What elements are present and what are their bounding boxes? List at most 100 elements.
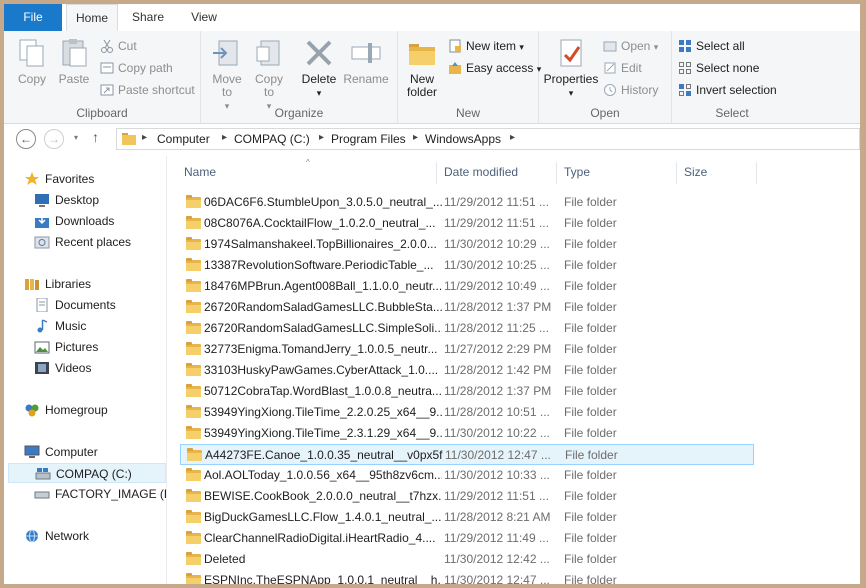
file-date-modified: 11/28/2012 1:37 PM <box>444 300 552 314</box>
file-row[interactable]: 18476MPBrun.Agent008Ball_1.1.0.0_neutr..… <box>180 276 754 297</box>
tab-view[interactable]: View <box>178 4 230 31</box>
file-row[interactable]: Aol.AOLToday_1.0.0.56_x64__95th8zv6cm...… <box>180 465 754 486</box>
file-row[interactable]: 53949YingXiong.TileTime_2.2.0.25_x64__9.… <box>180 402 754 423</box>
copy-to-button[interactable]: Copy to ▾ <box>251 37 287 113</box>
back-button[interactable]: ← <box>16 129 36 149</box>
file-row[interactable]: Deleted 11/30/2012 12:42 ... File folder <box>180 549 754 570</box>
new-folder-icon <box>406 37 438 69</box>
column-header-size[interactable]: Size <box>684 156 754 186</box>
tab-share[interactable]: Share <box>122 4 174 31</box>
move-to-button[interactable]: Move to ▾ <box>209 37 245 113</box>
folder-icon <box>186 573 201 584</box>
file-date-modified: 11/30/2012 12:42 ... <box>444 552 550 566</box>
open-icon <box>603 39 617 53</box>
file-row[interactable]: 06DAC6F6.StumbleUpon_3.0.5.0_neutral_...… <box>180 192 754 213</box>
column-header-name[interactable]: Name <box>184 156 434 186</box>
file-row[interactable]: 50712CobraTap.WordBlast_1.0.0.8_neutra..… <box>180 381 754 402</box>
file-name: 50712CobraTap.WordBlast_1.0.0.8_neutra..… <box>204 384 442 398</box>
copy-to-icon <box>253 37 285 69</box>
file-row[interactable]: 26720RandomSaladGamesLLC.BubbleSta... 11/… <box>180 297 754 318</box>
select-none-button[interactable]: Select none <box>678 58 759 78</box>
new-folder-button[interactable]: New folder <box>402 37 442 99</box>
forward-button[interactable]: → <box>44 129 64 149</box>
column-header-date-modified[interactable]: Date modified <box>444 156 554 186</box>
network-icon <box>24 529 40 543</box>
column-header-type[interactable]: Type <box>564 156 674 186</box>
file-row[interactable]: 33103HuskyPawGames.CyberAttack_1.0.... 11… <box>180 360 754 381</box>
open-button[interactable]: Open ▾ <box>603 36 658 56</box>
file-name: 18476MPBrun.Agent008Ball_1.1.0.0_neutr..… <box>204 279 442 293</box>
breadcrumb-program-files[interactable]: Program Files <box>331 132 406 146</box>
file-name: BigDuckGamesLLC.Flow_1.4.0.1_neutral_... <box>204 510 442 524</box>
nav-music[interactable]: Music <box>34 316 86 336</box>
file-name: 1974Salmanshakeel.TopBillionaires_2.0.0.… <box>204 237 437 251</box>
select-group-label: Select <box>715 106 749 120</box>
open-group: Properties ▾ Open ▾ Edit History Open <box>539 31 672 123</box>
file-date-modified: 11/30/2012 12:47 ... <box>444 573 550 584</box>
file-type: File folder <box>564 300 617 314</box>
file-row[interactable]: ESPNInc.TheESPNApp_1.0.0.1_neutral__h...… <box>180 570 754 584</box>
file-row[interactable]: 13387RevolutionSoftware.PeriodicTable_..… <box>180 255 754 276</box>
invert-selection-button[interactable]: Invert selection <box>678 80 777 100</box>
file-row[interactable]: 1974Salmanshakeel.TopBillionaires_2.0.0.… <box>180 234 754 255</box>
nav-computer[interactable]: Computer <box>24 442 98 462</box>
file-row[interactable]: A44273FE.Canoe_1.0.0.35_neutral__v0px5f.… <box>180 444 754 465</box>
nav-downloads[interactable]: Downloads <box>34 211 114 231</box>
file-name: BEWISE.CookBook_2.0.0.0_neutral__t7hzx..… <box>204 489 442 503</box>
file-date-modified: 11/30/2012 10:22 ... <box>444 426 550 440</box>
file-name: Aol.AOLToday_1.0.0.56_x64__95th8zv6cm... <box>204 468 442 482</box>
folder-icon <box>186 384 201 397</box>
file-row[interactable]: 32773Enigma.TomandJerry_1.0.0.5_neutr...… <box>180 339 754 360</box>
nav-homegroup[interactable]: Homegroup <box>24 400 108 420</box>
file-row[interactable]: 08C8076A.CocktailFlow_1.0.2.0_neutral_..… <box>180 213 754 234</box>
breadcrumb-compaq[interactable]: COMPAQ (C:) <box>234 132 310 146</box>
copy-button[interactable]: Copy <box>14 37 50 86</box>
file-row[interactable]: BEWISE.CookBook_2.0.0.0_neutral__t7hzx..… <box>180 486 754 507</box>
tab-file[interactable]: File <box>4 4 62 31</box>
nav-favorites[interactable]: Favorites <box>24 169 94 189</box>
up-arrow-icon[interactable]: ↑ <box>92 129 99 145</box>
nav-factory-image-drive[interactable]: FACTORY_IMAGE (D <box>34 484 166 504</box>
file-name: 26720RandomSaladGamesLLC.BubbleSta... <box>204 300 442 314</box>
select-all-button[interactable]: Select all <box>678 36 745 56</box>
cut-button[interactable]: Cut <box>100 36 137 56</box>
folder-icon <box>186 279 201 292</box>
nav-network[interactable]: Network <box>24 526 89 546</box>
new-group-label: New <box>455 106 480 120</box>
nav-recent-places[interactable]: Recent places <box>34 232 131 252</box>
file-name: 13387RevolutionSoftware.PeriodicTable_..… <box>204 258 434 272</box>
file-row[interactable]: 53949YingXiong.TileTime_2.3.1.29_x64__9.… <box>180 423 754 444</box>
file-row[interactable]: ClearChannelRadioDigital.iHeartRadio_4..… <box>180 528 754 549</box>
properties-icon <box>555 37 587 69</box>
file-date-modified: 11/30/2012 10:33 ... <box>444 468 550 482</box>
nav-libraries[interactable]: Libraries <box>24 274 91 294</box>
breadcrumb-windowsapps[interactable]: WindowsApps <box>425 132 501 146</box>
ribbon: Copy Paste Cut Copy path Paste shortcut … <box>4 31 860 124</box>
copy-path-button[interactable]: Copy path <box>100 58 173 78</box>
address-box[interactable]: ▸ Computer ▸ COMPAQ (C:) ▸ Program Files… <box>116 128 860 150</box>
paste-button[interactable]: Paste <box>56 37 92 86</box>
paste-shortcut-button[interactable]: Paste shortcut <box>100 80 195 100</box>
nav-desktop[interactable]: Desktop <box>34 190 99 210</box>
nav-compaq-drive[interactable]: COMPAQ (C:) <box>8 463 166 483</box>
delete-button[interactable]: Delete ▾ <box>299 37 339 100</box>
nav-videos[interactable]: Videos <box>34 358 91 378</box>
file-type: File folder <box>565 448 618 462</box>
file-row[interactable]: 26720RandomSaladGamesLLC.SimpleSoli... 11… <box>180 318 754 339</box>
recent-locations-chevron-icon[interactable]: ▾ <box>74 133 78 142</box>
move-to-icon <box>211 37 243 69</box>
nav-documents[interactable]: Documents <box>34 295 116 315</box>
new-item-button[interactable]: New item ▾ <box>448 36 524 56</box>
file-row[interactable]: BigDuckGamesLLC.Flow_1.4.0.1_neutral_...… <box>180 507 754 528</box>
pictures-icon <box>34 340 50 354</box>
file-name: Deleted <box>204 552 246 566</box>
file-type: File folder <box>564 405 617 419</box>
easy-access-button[interactable]: Easy access ▾ <box>448 58 541 78</box>
history-button[interactable]: History <box>603 80 658 100</box>
properties-button[interactable]: Properties ▾ <box>543 37 599 100</box>
breadcrumb-computer[interactable]: Computer <box>157 132 210 146</box>
rename-button[interactable]: Rename <box>343 37 389 86</box>
nav-pictures[interactable]: Pictures <box>34 337 98 357</box>
edit-button[interactable]: Edit <box>603 58 642 78</box>
tab-home[interactable]: Home <box>66 4 118 31</box>
